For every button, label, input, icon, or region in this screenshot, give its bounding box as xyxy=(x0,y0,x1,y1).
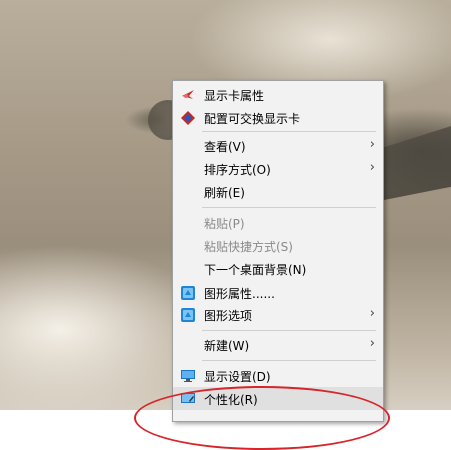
menu-item-next-desktop-background[interactable]: 下一个桌面背景(N) xyxy=(173,257,383,280)
menu-item-paste[interactable]: 粘贴(P) xyxy=(173,211,383,234)
menu-item-label: 图形选项 xyxy=(204,309,253,323)
menu-item-label: 查看(V) xyxy=(204,140,246,154)
menu-item-label: 下一个桌面背景(N) xyxy=(204,263,307,277)
menu-item-configure-switchable-graphics[interactable]: 配置可交换显示卡 xyxy=(173,106,383,129)
menu-item-label: 显示设置(D) xyxy=(204,370,271,384)
amd-switchable-icon xyxy=(180,110,196,126)
desktop-context-menu: 显示卡属性 配置可交换显示卡 查看(V) › 排序方式(O) › 刷新(E) 粘… xyxy=(172,80,384,422)
submenu-chevron-icon: › xyxy=(369,160,375,175)
menu-item-label: 粘贴快捷方式(S) xyxy=(204,240,293,254)
menu-item-label: 配置可交换显示卡 xyxy=(204,112,301,126)
submenu-chevron-icon: › xyxy=(369,137,375,152)
menu-item-view[interactable]: 查看(V) › xyxy=(173,134,383,157)
menu-item-graphics-card-properties[interactable]: 显示卡属性 xyxy=(173,83,383,106)
menu-item-graphics-properties[interactable]: 图形属性...... xyxy=(173,281,383,304)
menu-item-label: 粘贴(P) xyxy=(204,217,245,231)
menu-item-label: 刷新(E) xyxy=(204,186,245,200)
intel-graphics-icon xyxy=(180,87,196,103)
menu-item-label: 图形属性...... xyxy=(204,287,275,301)
menu-item-label: 显示卡属性 xyxy=(204,89,265,103)
menu-item-sort-by[interactable]: 排序方式(O) › xyxy=(173,157,383,180)
submenu-chevron-icon: › xyxy=(369,336,375,351)
graphics-properties-icon xyxy=(180,285,196,301)
menu-item-refresh[interactable]: 刷新(E) xyxy=(173,180,383,203)
menu-separator xyxy=(202,360,376,361)
display-settings-icon xyxy=(180,368,196,384)
submenu-chevron-icon: › xyxy=(369,306,375,321)
menu-item-paste-shortcut[interactable]: 粘贴快捷方式(S) xyxy=(173,234,383,257)
menu-separator xyxy=(202,330,376,331)
menu-item-label: 新建(W) xyxy=(204,339,250,353)
menu-separator xyxy=(202,207,376,208)
menu-item-label: 排序方式(O) xyxy=(204,163,271,177)
red-highlight-annotation xyxy=(134,386,390,450)
menu-item-display-settings[interactable]: 显示设置(D) xyxy=(173,364,383,387)
menu-item-graphics-options[interactable]: 图形选项 › xyxy=(173,303,383,326)
menu-separator xyxy=(202,131,376,132)
menu-item-new[interactable]: 新建(W) › xyxy=(173,333,383,356)
graphics-options-icon xyxy=(180,307,196,323)
